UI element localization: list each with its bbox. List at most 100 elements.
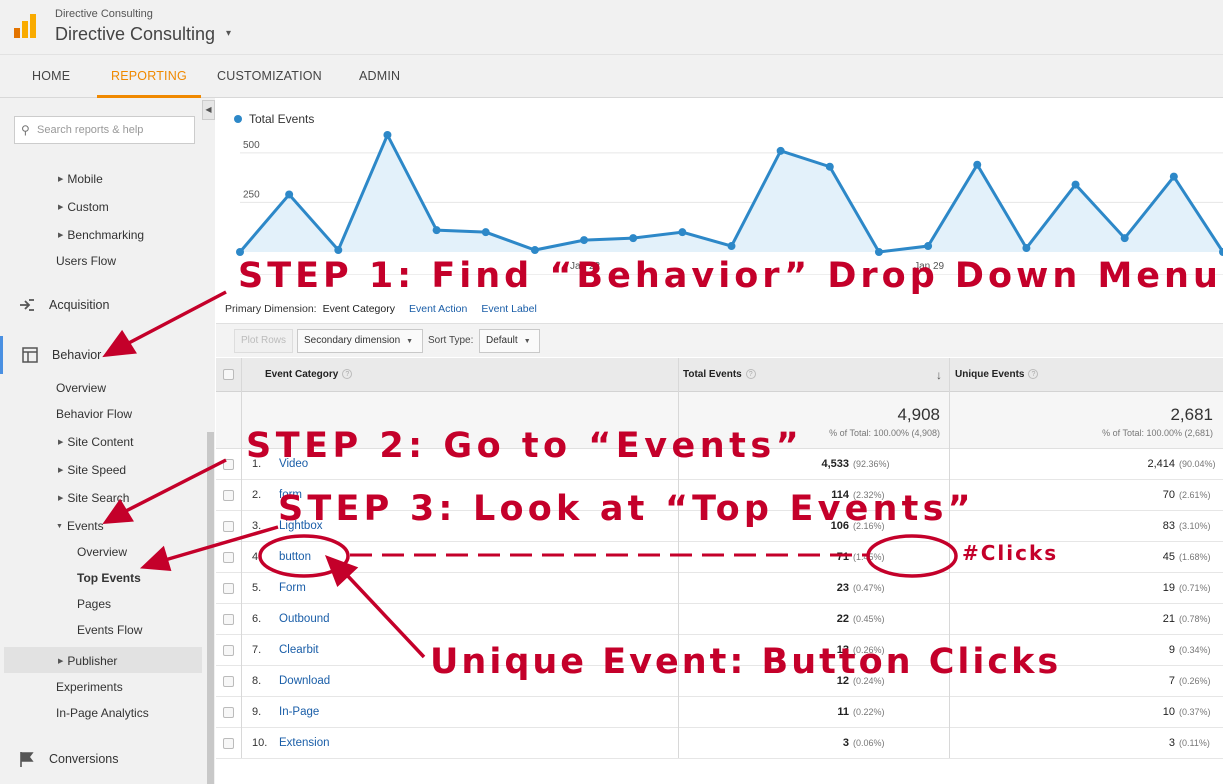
event-category-link[interactable]: Clearbit [279,644,319,656]
tab-admin[interactable]: ADMIN [345,55,414,98]
chevron-down-icon[interactable]: ▾ [226,28,231,39]
table-row: 5. Form 23 (0.47%) 19 (0.71%) [216,573,1223,604]
step3-annotation: STEP 3: Look at “Top Events” [278,489,975,529]
dimension-event-label[interactable]: Event Label [481,303,536,315]
dimension-event-category[interactable]: Event Category [323,303,395,315]
sidebar-item-experiments[interactable]: Experiments [56,680,123,694]
sort-type-select[interactable]: Default ▼ [479,329,540,353]
row-number: 10. [252,737,268,749]
data-point[interactable] [1022,244,1031,253]
sidebar-item-custom[interactable]: ▶ Custom [58,200,109,214]
data-point[interactable] [236,248,244,256]
sidebar-item-users-flow[interactable]: Users Flow [56,254,116,268]
total-events-sum: 4,908 [897,405,940,424]
unique-events-sum-pct: % of Total: 100.00% (2,681) [1102,428,1213,438]
tab-customization[interactable]: CUSTOMIZATION [203,55,336,98]
sidebar-item-benchmarking[interactable]: ▶ Benchmarking [58,228,144,242]
row-checkbox[interactable] [223,676,234,687]
data-point[interactable] [776,146,785,155]
data-point[interactable] [825,162,834,171]
row-checkbox[interactable] [223,614,234,625]
data-point[interactable] [1120,234,1129,243]
sidebar-item-events-overview[interactable]: Overview [77,545,127,559]
unique-events-cell: 3 (0.11%) [1168,737,1210,749]
data-point[interactable] [530,246,539,255]
event-category-link[interactable]: In-Page [279,706,319,718]
sidebar-item-site-content[interactable]: ▶ Site Content [58,435,133,449]
data-point[interactable] [727,242,736,251]
sidebar-item-site-search[interactable]: ▶ Site Search [58,491,129,505]
data-point[interactable] [481,228,490,237]
row-checkbox[interactable] [223,645,234,656]
sidebar-item-in-page-analytics[interactable]: In-Page Analytics [56,706,149,720]
help-icon[interactable]: ? [342,369,353,379]
primary-dimension-bar: Primary Dimension: Event Category Event Ac… [225,303,537,315]
secondary-dimension-select[interactable]: Secondary dimension ▼ [297,329,423,353]
sidebar-item-acquisition[interactable]: Acquisition [0,286,205,324]
row-checkbox[interactable] [223,738,234,749]
row-checkbox[interactable] [223,583,234,594]
plot-rows-button[interactable]: Plot Rows [234,329,294,353]
data-point[interactable] [334,246,343,255]
event-category-link[interactable]: button [279,551,311,563]
row-checkbox[interactable] [223,459,234,470]
sidebar-item-events[interactable]: ▼ Events [56,519,104,533]
data-point[interactable] [1071,180,1080,189]
help-icon[interactable]: ? [1028,369,1039,379]
row-checkbox[interactable] [223,521,234,532]
tab-home[interactable]: HOME [18,55,84,98]
event-category-link[interactable]: Download [279,675,330,687]
primary-dimension-label: Primary Dimension: [225,303,317,315]
step1-annotation: STEP 1: Find “Behavior” Drop Down Menu [238,256,1222,296]
caret-down-icon: ▼ [523,338,531,345]
sidebar-item-pages[interactable]: Pages [77,597,111,611]
unique-events-cell: 10 (0.37%) [1162,706,1211,718]
sidebar-item-behavior-flow[interactable]: Behavior Flow [56,407,132,421]
total-events-cell: 3 (0.06%) [842,737,885,749]
unique-events-cell: 21 (0.78%) [1162,613,1211,625]
row-checkbox[interactable] [223,552,234,563]
header-event-category[interactable]: Event Category? [265,358,353,392]
sort-arrow-icon[interactable]: ↓ [936,358,942,392]
data-point[interactable] [383,130,392,139]
row-checkbox[interactable] [223,490,234,501]
property-selector[interactable]: Directive Consulting [55,24,215,45]
table-row: 4. button 71 (1.45%) 45 (1.68%) [216,542,1223,573]
sidebar-item-publisher[interactable]: ▶ Publisher [58,654,117,668]
data-point[interactable] [285,190,294,199]
event-category-link[interactable]: Form [279,582,306,594]
acquisition-icon [20,299,34,311]
event-category-link[interactable]: Outbound [279,613,330,625]
sidebar-item-overview[interactable]: Overview [56,381,106,395]
data-point[interactable] [580,236,589,245]
data-point[interactable] [924,242,933,251]
header-unique-events[interactable]: Unique Events? [955,358,1039,392]
y-tick-label: 250 [243,189,260,200]
sidebar-item-mobile[interactable]: ▶ Mobile [58,172,103,186]
sidebar-item-conversions[interactable]: Conversions [0,740,205,778]
collapse-sidebar-icon[interactable]: ◀ [202,100,215,120]
column-divider [241,358,242,758]
tab-reporting[interactable]: REPORTING [97,55,201,98]
total-events-cell: 71 (1.45%) [836,551,885,563]
caret-down-icon: ▼ [56,523,63,530]
column-divider [949,358,950,758]
sidebar-item-site-speed[interactable]: ▶ Site Speed [58,463,126,477]
sidebar-item-top-events[interactable]: Top Events [77,571,141,585]
data-point[interactable] [432,226,441,235]
header-total-events[interactable]: Total Events? [683,358,756,392]
sidebar-item-behavior[interactable]: Behavior [0,336,205,374]
data-point[interactable] [678,228,687,237]
data-point[interactable] [874,248,883,256]
row-checkbox[interactable] [223,707,234,718]
help-icon[interactable]: ? [745,369,756,379]
select-all-checkbox[interactable] [223,369,234,380]
event-category-link[interactable]: Extension [279,737,330,749]
sidebar-item-events-flow[interactable]: Events Flow [77,623,142,637]
data-point[interactable] [1169,172,1178,181]
sidebar-scrollbar[interactable] [207,432,214,784]
data-point[interactable] [973,160,982,169]
dimension-event-action[interactable]: Event Action [409,303,467,315]
search-input[interactable]: ⚲ Search reports & help [14,116,195,144]
data-point[interactable] [629,234,638,243]
